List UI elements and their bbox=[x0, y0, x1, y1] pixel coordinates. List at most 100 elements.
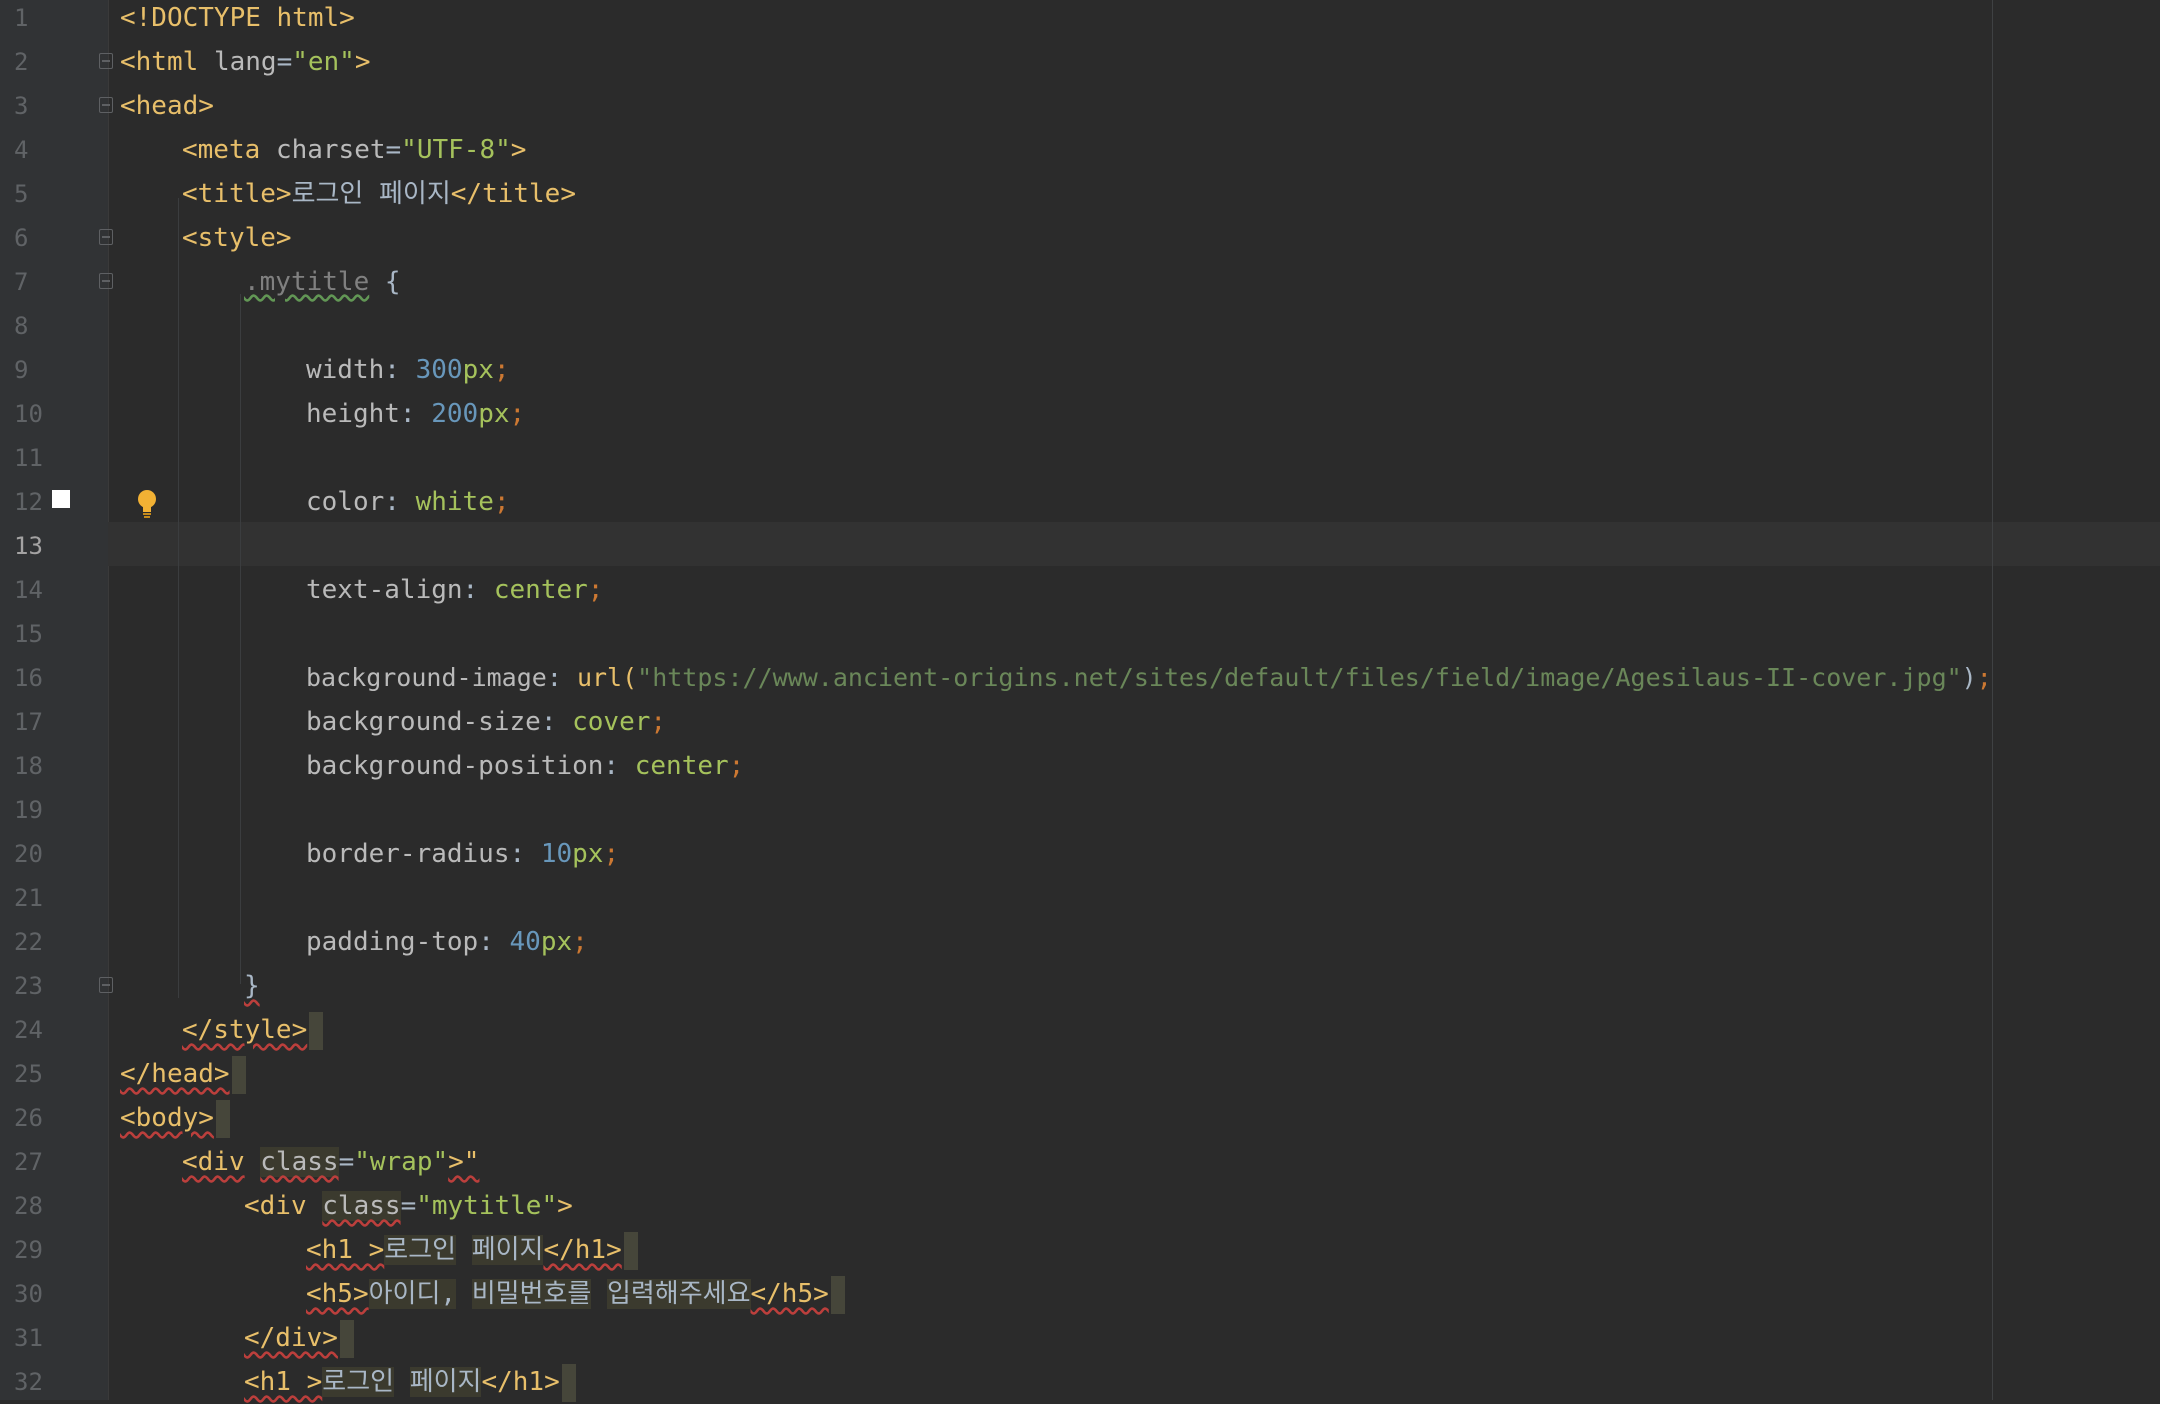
text-word: 로그인 bbox=[384, 1235, 457, 1265]
code-line-29[interactable]: <h1 >로그인 페이지</h1> bbox=[306, 1228, 638, 1272]
tag-close: > bbox=[510, 135, 527, 165]
code-line-26[interactable]: <body> bbox=[120, 1096, 230, 1140]
line-number[interactable]: 5 bbox=[0, 172, 60, 216]
line-number[interactable]: 15 bbox=[0, 612, 60, 656]
tag: </div> bbox=[244, 1323, 338, 1353]
line-number[interactable]: 9 bbox=[0, 348, 60, 392]
attribute-name: class bbox=[322, 1191, 401, 1221]
code-line-16[interactable]: background-image: url("https://www.ancie… bbox=[306, 656, 1992, 700]
fold-marker-icon[interactable] bbox=[99, 97, 113, 113]
url-string: "https://www.ancient-origins.net/sites/d… bbox=[637, 663, 1962, 692]
whitespace-highlight bbox=[623, 1231, 638, 1270]
line-number[interactable]: 19 bbox=[0, 788, 60, 832]
url-function: url( bbox=[576, 663, 638, 692]
code-line-22[interactable]: padding-top: 40px; bbox=[306, 920, 588, 964]
line-number[interactable]: 24 bbox=[0, 1008, 60, 1052]
unit: px bbox=[540, 927, 573, 957]
line-number[interactable]: 28 bbox=[0, 1184, 60, 1228]
attribute-value: "wrap" bbox=[354, 1147, 449, 1177]
code-line-32[interactable]: <h1 >로그인 페이지</h1> bbox=[244, 1360, 576, 1404]
line-number[interactable]: 14 bbox=[0, 568, 60, 612]
code-line-9[interactable]: width: 300px; bbox=[306, 348, 510, 392]
line-number[interactable]: 22 bbox=[0, 920, 60, 964]
code-line-2[interactable]: <html lang="en"> bbox=[120, 40, 371, 84]
lightbulb-icon[interactable] bbox=[134, 488, 160, 520]
line-number[interactable]: 4 bbox=[0, 128, 60, 172]
line-number[interactable]: 7 bbox=[0, 260, 60, 304]
doctype: <!DOCTYPE html> bbox=[120, 3, 355, 33]
code-line-3[interactable]: <head> bbox=[120, 84, 214, 128]
css-value: cover bbox=[572, 707, 651, 737]
line-number[interactable]: 26 bbox=[0, 1096, 60, 1140]
line-number[interactable]: 29 bbox=[0, 1228, 60, 1272]
code-line-30[interactable]: <h5>아이디, 비밀번호를 입력해주세요</h5> bbox=[306, 1272, 845, 1316]
unit: px bbox=[572, 839, 604, 869]
semicolon: ; bbox=[493, 487, 510, 517]
code-line-7[interactable]: .mytitle { bbox=[244, 260, 401, 304]
whitespace-highlight bbox=[561, 1363, 576, 1402]
semicolon: ; bbox=[587, 575, 604, 605]
colon: : bbox=[546, 663, 577, 692]
fold-marker-icon[interactable] bbox=[99, 977, 113, 993]
line-number[interactable]: 13 bbox=[0, 524, 60, 568]
code-line-10[interactable]: height: 200px; bbox=[306, 392, 525, 436]
line-number[interactable]: 30 bbox=[0, 1272, 60, 1316]
code-line-14[interactable]: text-align: center; bbox=[306, 568, 603, 612]
line-number[interactable]: 16 bbox=[0, 656, 60, 700]
code-line-1[interactable]: <!DOCTYPE html> bbox=[120, 0, 355, 40]
code-line-20[interactable]: border-radius: 10px; bbox=[306, 832, 619, 876]
line-number[interactable]: 21 bbox=[0, 876, 60, 920]
fold-marker-icon[interactable] bbox=[99, 53, 113, 69]
right-margin-guide bbox=[1992, 0, 1993, 1400]
line-number[interactable]: 32 bbox=[0, 1360, 60, 1404]
line-number[interactable]: 18 bbox=[0, 744, 60, 788]
tag: <body> bbox=[120, 1103, 214, 1133]
line-number[interactable]: 1 bbox=[0, 0, 60, 40]
whitespace-highlight bbox=[215, 1099, 230, 1138]
css-property: text-align bbox=[306, 575, 463, 605]
css-value: white bbox=[415, 487, 494, 517]
line-number[interactable]: 17 bbox=[0, 700, 60, 744]
code-line-23[interactable]: } bbox=[244, 964, 260, 1008]
code-line-24[interactable]: </style> bbox=[182, 1008, 324, 1052]
code-line-31[interactable]: </div> bbox=[244, 1316, 354, 1360]
line-number[interactable]: 23 bbox=[0, 964, 60, 1008]
tag-close: </title> bbox=[450, 179, 576, 209]
attribute-name: lang bbox=[213, 47, 277, 77]
attribute-value: "en" bbox=[292, 47, 355, 77]
line-number[interactable]: 27 bbox=[0, 1140, 60, 1184]
css-property: border-radius bbox=[306, 839, 510, 869]
line-number[interactable]: 20 bbox=[0, 832, 60, 876]
line-number[interactable]: 12 bbox=[0, 480, 60, 524]
line-number[interactable]: 8 bbox=[0, 304, 60, 348]
code-line-17[interactable]: background-size: cover; bbox=[306, 700, 666, 744]
code-line-28[interactable]: <div class="mytitle"> bbox=[244, 1184, 573, 1228]
line-number[interactable]: 10 bbox=[0, 392, 60, 436]
line-number[interactable]: 2 bbox=[0, 40, 60, 84]
fold-marker-icon[interactable] bbox=[99, 229, 113, 245]
brace: { bbox=[369, 267, 401, 297]
gutter-marker-square[interactable] bbox=[52, 490, 70, 508]
line-number[interactable]: 25 bbox=[0, 1052, 60, 1096]
code-line-6[interactable]: <style> bbox=[182, 216, 292, 260]
css-property: background-position bbox=[306, 751, 604, 781]
line-number[interactable]: 3 bbox=[0, 84, 60, 128]
code-line-4[interactable]: <meta charset="UTF-8"> bbox=[182, 128, 526, 172]
code-line-5[interactable]: <title>로그인 페이지</title> bbox=[182, 172, 576, 216]
tag-open: <meta bbox=[182, 135, 261, 165]
code-line-18[interactable]: background-position: center; bbox=[306, 744, 744, 788]
tag: </style> bbox=[182, 1015, 308, 1045]
line-number[interactable]: 31 bbox=[0, 1316, 60, 1360]
line-number[interactable]: 6 bbox=[0, 216, 60, 260]
line-number[interactable]: 11 bbox=[0, 436, 60, 480]
semicolon: ; bbox=[728, 751, 745, 781]
whitespace-highlight bbox=[309, 1011, 324, 1050]
code-line-12[interactable]: color: white; bbox=[306, 480, 510, 524]
code-line-25[interactable]: </head> bbox=[120, 1052, 246, 1096]
unit: px bbox=[478, 399, 510, 429]
number: 200 bbox=[431, 399, 479, 429]
colon: : bbox=[540, 707, 573, 737]
fold-marker-icon[interactable] bbox=[99, 273, 113, 289]
text-word: 아이디, bbox=[368, 1279, 457, 1309]
code-line-27[interactable]: <div class="wrap">" bbox=[182, 1140, 479, 1184]
